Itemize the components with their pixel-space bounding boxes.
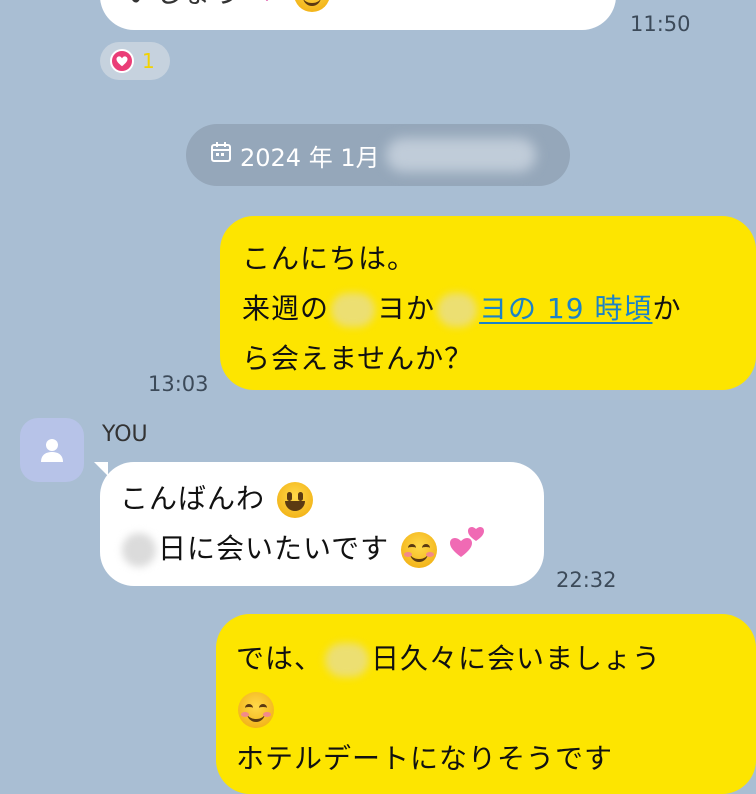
message-line: ホテルデートになりそうです — [236, 742, 614, 775]
avatar[interactable] — [20, 418, 84, 482]
bubble-tail — [94, 462, 108, 476]
grinning-face-emoji — [276, 482, 313, 518]
redacted-date — [385, 138, 536, 172]
sender-name: YOU — [102, 422, 148, 447]
message-line: 日に会いたいです — [120, 524, 544, 575]
message-line: 来週の ヨか ヨの 19 時頃か — [242, 292, 682, 327]
two-hearts-emoji — [449, 525, 487, 575]
message-line: こんにちは。 — [242, 242, 417, 275]
message-bubble-incoming[interactable]: こんばんわ 日に会いたいです — [100, 462, 544, 586]
redacted-text — [122, 533, 156, 567]
heart-emoji — [252, 0, 282, 19]
message-text: いしょう — [126, 0, 242, 9]
date-text: 2024 年 1月 — [240, 143, 380, 172]
reaction-count: 1 — [142, 49, 155, 73]
calendar-icon — [210, 141, 232, 169]
heart-icon — [110, 49, 134, 73]
message-time: 22:32 — [556, 568, 617, 592]
date-link[interactable]: ヨの 19 時頃 — [435, 292, 652, 327]
redacted-text — [325, 643, 370, 677]
message-time: 11:50 — [630, 12, 691, 36]
date-separator: 2024 年 1月 — [186, 124, 570, 186]
message-line: こんばんわ — [120, 474, 544, 524]
smiling-face-with-hearts-emoji — [293, 0, 330, 12]
message-line: では、 日久々に会いましょう — [236, 642, 662, 677]
message-bubble-outgoing[interactable]: こんにちは。 来週の ヨか ヨの 19 時頃か ら会えませんか？ — [220, 216, 756, 390]
message-bubble-outgoing[interactable]: では、 日久々に会いましょう ホテルデートになりそうです — [216, 614, 756, 794]
smiling-face-with-hearts-emoji — [238, 692, 274, 728]
message-line: ら会えませんか？ — [242, 342, 474, 375]
message-bubble-incoming-partial[interactable]: いしょう — [100, 0, 616, 30]
redacted-text — [331, 293, 376, 327]
redacted-text — [437, 293, 478, 327]
message-time: 13:03 — [148, 372, 209, 396]
reaction-chip[interactable]: 1 — [100, 42, 170, 80]
person-icon — [41, 439, 63, 462]
message-line — [236, 684, 756, 734]
smiling-face-emoji — [401, 532, 438, 568]
